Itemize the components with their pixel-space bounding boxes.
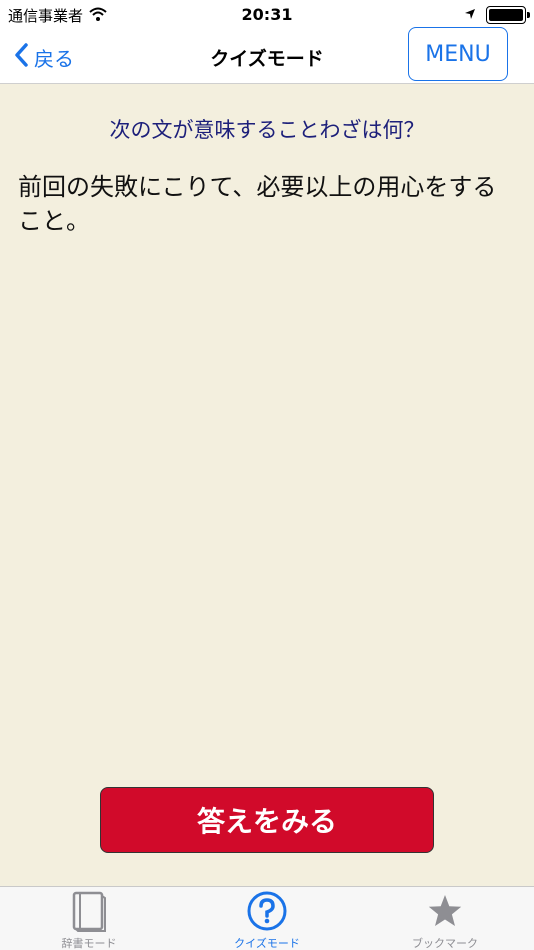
location-arrow-icon [464, 6, 476, 24]
star-icon [423, 889, 467, 933]
navigation-bar: 戻る クイズモード MENU [0, 27, 534, 84]
show-answer-button[interactable]: 答えをみる [100, 787, 434, 853]
menu-button[interactable]: MENU [408, 27, 508, 81]
quiz-question: 次の文が意味することわざは何？ [109, 118, 425, 142]
tab-bar: 辞書モード クイズモード ブックマーク [0, 886, 534, 950]
status-bar: 通信事業者 20:31 [0, 0, 534, 30]
quiz-content: 次の文が意味することわざは何？ 前回の失敗にこりて、必要以上の用心をすること。 … [0, 84, 534, 886]
status-time: 20:31 [241, 5, 293, 24]
question-circle-icon [245, 889, 289, 933]
book-icon [67, 889, 111, 933]
tab-dictionary-mode[interactable]: 辞書モード [0, 889, 178, 950]
tab-label: ブックマーク [412, 937, 478, 950]
tab-label: 辞書モード [61, 937, 117, 950]
tab-bookmark[interactable]: ブックマーク [356, 889, 534, 950]
quiz-definition: 前回の失敗にこりて、必要以上の用心をすること。 [18, 173, 497, 235]
status-right [464, 6, 530, 24]
battery-icon [486, 6, 530, 24]
tab-label: クイズモード [234, 937, 300, 950]
tab-quiz-mode[interactable]: クイズモード [178, 889, 356, 950]
